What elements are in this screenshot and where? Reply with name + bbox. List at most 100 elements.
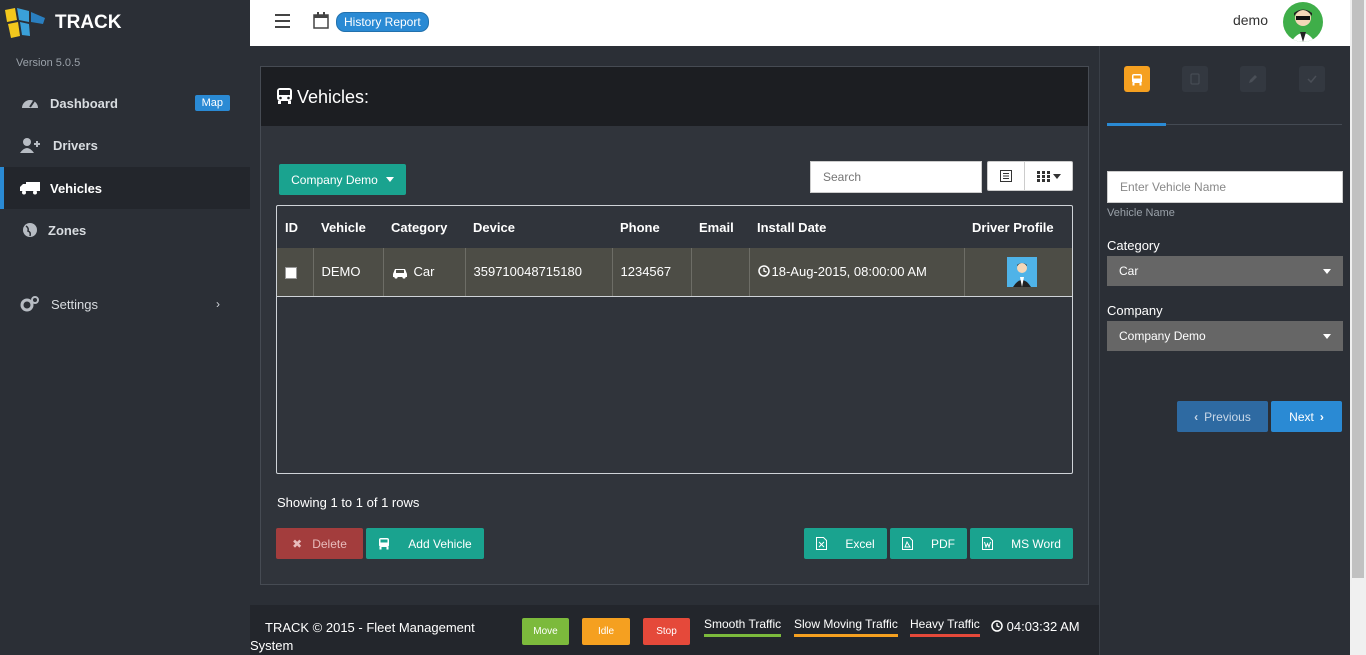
word-label: MS Word <box>1011 536 1061 551</box>
main-content: Vehicles: Company Demo Search ID Vehicle… <box>250 46 1099 605</box>
footer-clock: 04:03:32 AM <box>991 619 1080 634</box>
export-pdf-button[interactable]: PDF <box>890 528 967 559</box>
list-icon <box>1000 170 1012 182</box>
sidebar-item-dashboard[interactable]: Dashboard Map <box>0 82 250 124</box>
device-icon <box>1190 73 1200 85</box>
tab-edit[interactable] <box>1240 66 1266 92</box>
traffic-smooth-legend: Smooth Traffic <box>704 617 782 637</box>
add-user-icon <box>20 135 40 155</box>
export-excel-button[interactable]: Excel <box>804 528 887 559</box>
category-value: Car <box>413 264 435 280</box>
previous-button[interactable]: ‹ Previous <box>1177 401 1268 432</box>
company-select[interactable]: Company Demo <box>1107 321 1343 351</box>
sidebar-item-label: Dashboard <box>50 95 118 111</box>
gears-icon <box>20 294 40 314</box>
column-header-install-date[interactable]: Install Date <box>749 206 964 248</box>
pagination-info: Showing 1 to 1 of 1 rows <box>277 495 420 510</box>
category-select[interactable]: Car <box>1107 256 1343 286</box>
caret-down-icon <box>385 177 394 182</box>
column-header-id[interactable]: ID <box>277 206 313 248</box>
column-header-phone[interactable]: Phone <box>612 206 691 248</box>
hamburger-menu-icon[interactable] <box>275 14 290 28</box>
list-view-button[interactable] <box>987 161 1025 191</box>
column-header-category[interactable]: Category <box>383 206 465 248</box>
map-badge[interactable]: Map <box>194 95 230 111</box>
pdf-label: PDF <box>931 536 955 551</box>
category-cell: Car <box>383 248 466 297</box>
tab-vehicle[interactable] <box>1124 66 1150 92</box>
file-word-icon <box>982 537 994 550</box>
vehicles-panel: Vehicles: Company Demo Search ID Vehicle… <box>260 66 1089 585</box>
car-icon <box>392 268 407 279</box>
sidebar: TRACK Version 5.0.5 Dashboard Map Driver… <box>0 0 250 655</box>
footer-time: 04:03:32 AM <box>1006 619 1080 634</box>
next-button[interactable]: Next › <box>1271 401 1342 432</box>
table-row[interactable]: DEMO Car 359710048715180 1234567 18-Aug-… <box>277 248 1072 297</box>
sidebar-item-drivers[interactable]: Drivers <box>0 124 250 166</box>
form-step-tabs <box>1107 66 1342 126</box>
add-vehicle-button[interactable]: Add Vehicle <box>366 528 484 559</box>
globe-icon <box>20 220 40 240</box>
username[interactable]: demo <box>1233 12 1268 28</box>
row-checkbox-cell <box>277 248 314 297</box>
status-move-badge: Move <box>522 618 569 645</box>
panel-header: Vehicles: <box>261 67 1088 126</box>
export-word-button[interactable]: MS Word <box>970 528 1073 559</box>
tab-device[interactable] <box>1182 66 1208 92</box>
category-select-value: Car <box>1119 264 1139 278</box>
status-idle-badge: Idle <box>582 618 630 645</box>
company-label: Company <box>1107 303 1163 318</box>
delete-label: Delete <box>312 536 347 551</box>
scrollbar-thumb[interactable] <box>1352 0 1364 578</box>
avatar[interactable] <box>1283 2 1323 42</box>
vehicle-form-panel: Enter Vehicle Name Vehicle Name Category… <box>1099 46 1350 655</box>
topbar: History Report demo <box>250 0 1350 46</box>
footer: TRACK © 2015 - Fleet Management System M… <box>250 605 1099 655</box>
company-dropdown-button[interactable]: Company Demo <box>279 164 406 195</box>
category-label: Category <box>1107 238 1160 253</box>
app-version: Version 5.0.5 <box>16 57 81 69</box>
column-header-email[interactable]: Email <box>691 206 749 248</box>
chevron-left-icon: ‹ <box>1194 409 1199 424</box>
clock-icon <box>757 265 770 277</box>
email-cell <box>691 248 750 297</box>
column-header-vehicle[interactable]: Vehicle <box>313 206 383 248</box>
sidebar-item-settings[interactable]: Settings › <box>0 283 250 325</box>
excel-label: Excel <box>845 536 875 551</box>
column-header-driver-profile[interactable]: Driver Profile <box>964 206 1072 248</box>
app-name: TRACK <box>55 12 122 33</box>
dashboard-icon <box>20 93 40 113</box>
sidebar-item-label: Zones <box>48 222 87 238</box>
table-header-row: ID Vehicle Category Device Phone Email I… <box>277 206 1072 248</box>
sidebar-item-label: Drivers <box>53 137 98 153</box>
status-stop-badge: Stop <box>643 618 690 645</box>
vehicle-name-input[interactable]: Enter Vehicle Name <box>1107 171 1343 203</box>
calendar-icon[interactable] <box>313 12 329 29</box>
brand[interactable]: TRACK <box>0 0 250 46</box>
file-pdf-icon <box>902 537 913 550</box>
tab-confirm[interactable] <box>1299 66 1325 92</box>
panel-title: Vehicles: <box>297 87 370 107</box>
page-scrollbar[interactable] <box>1350 0 1366 655</box>
delete-button[interactable]: ✖ Delete <box>276 528 363 559</box>
footer-copyright: TRACK © 2015 - Fleet Management System <box>250 620 475 653</box>
company-dropdown-label: Company Demo <box>291 172 378 187</box>
driver-profile-avatar[interactable] <box>1007 256 1038 287</box>
vehicle-cell: DEMO <box>313 248 384 297</box>
row-checkbox[interactable] <box>285 266 297 279</box>
clock-icon <box>991 620 1003 632</box>
caret-down-icon <box>1052 173 1061 179</box>
sidebar-item-zones[interactable]: Zones <box>0 209 250 251</box>
driver-profile-cell <box>964 248 1072 297</box>
columns-toggle-button[interactable] <box>1025 161 1073 191</box>
phone-cell: 1234567 <box>612 248 692 297</box>
search-input[interactable] <box>810 161 982 193</box>
column-header-device[interactable]: Device <box>465 206 612 248</box>
history-report-link[interactable]: History Report <box>336 12 429 32</box>
sidebar-item-vehicles[interactable]: Vehicles <box>0 167 250 209</box>
device-cell: 359710048715180 <box>465 248 613 297</box>
bus-icon <box>277 88 292 104</box>
file-excel-icon <box>816 537 828 550</box>
traffic-heavy-legend: Heavy Traffic <box>910 617 980 637</box>
next-label: Next <box>1289 409 1314 424</box>
